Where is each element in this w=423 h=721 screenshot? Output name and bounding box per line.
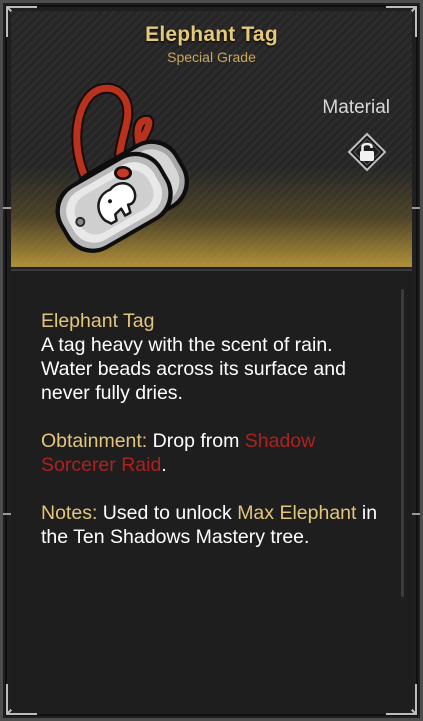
item-category: Material xyxy=(322,97,390,118)
flavor-text: A tag heavy with the scent of rain. Wate… xyxy=(41,334,346,404)
item-grade: Special Grade xyxy=(167,49,256,65)
description-heading: Elephant Tag xyxy=(41,310,155,332)
notes-prefix: Used to unlock xyxy=(97,502,238,524)
obtainment-prefix: Drop from xyxy=(147,430,245,452)
frame-pin xyxy=(3,513,11,515)
lock-icon[interactable] xyxy=(347,132,387,172)
obtainment-suffix: . xyxy=(161,454,167,476)
details-scrollbar[interactable] xyxy=(401,289,404,597)
item-description: Elephant Tag A tag heavy with the scent … xyxy=(41,309,381,573)
frame-pin xyxy=(412,207,420,209)
frame-pin xyxy=(3,207,11,209)
notes-unlock: Max Elephant xyxy=(237,502,357,524)
notes-label: Notes: xyxy=(41,502,98,524)
frame-pin xyxy=(412,513,420,515)
elephant-tag-icon xyxy=(19,75,209,255)
obtainment-label: Obtainment: xyxy=(41,430,148,452)
item-tooltip-card: Elephant Tag Special Grade Material Elep… xyxy=(0,0,423,721)
item-title: Elephant Tag xyxy=(145,23,278,46)
